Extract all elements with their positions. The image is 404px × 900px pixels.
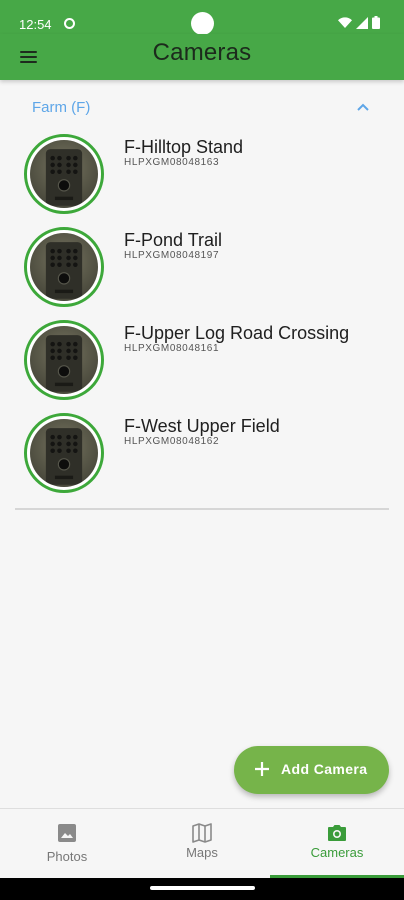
camera-avatar <box>24 413 104 493</box>
chevron-up-icon <box>357 103 369 111</box>
nav-label-photos: Photos <box>46 849 88 864</box>
page-title: Cameras <box>152 39 252 66</box>
trail-camera-thumbnail <box>30 326 98 394</box>
add-camera-button[interactable]: Add Camera <box>234 746 389 794</box>
camera-serial: HLPXGM08048163 <box>124 157 220 168</box>
app-bar: Cameras <box>0 34 404 80</box>
camera-name: F-Pond Trail <box>124 230 223 250</box>
camera-list-item[interactable]: F-Upper Log Road Crossing HLPXGM08048161 <box>0 316 404 409</box>
list-divider <box>15 508 389 510</box>
camera-name: F-Upper Log Road Crossing <box>124 323 350 343</box>
wifi-icon <box>338 16 352 28</box>
screen: 12:54 Cameras Farm (F) F-Hilltop Stand H… <box>0 0 404 900</box>
camera-cutout <box>191 12 214 35</box>
camera-list-item[interactable]: F-Pond Trail HLPXGM08048197 <box>0 223 404 316</box>
signal-icon <box>356 16 368 29</box>
camera-list-item[interactable]: F-Hilltop Stand HLPXGM08048163 <box>0 130 404 223</box>
app-notification-icon <box>64 18 75 29</box>
nav-label-maps: Maps <box>186 845 218 860</box>
camera-avatar <box>24 320 104 400</box>
camera-name: F-West Upper Field <box>124 416 280 436</box>
camera-list: F-Hilltop Stand HLPXGM08048163 F-Pond Tr… <box>0 130 404 502</box>
add-camera-label: Add Camera <box>281 761 368 777</box>
trail-camera-thumbnail <box>30 140 98 208</box>
nav-item-maps[interactable]: Maps <box>135 809 269 879</box>
status-icons <box>338 16 380 29</box>
bottom-nav: Photos Maps Cameras <box>0 808 404 878</box>
camera-list-item[interactable]: F-West Upper Field HLPXGM08048162 <box>0 409 404 502</box>
camera-avatar <box>24 134 104 214</box>
status-time: 12:54 <box>19 17 52 32</box>
home-gesture-handle[interactable] <box>150 886 255 890</box>
camera-serial: HLPXGM08048161 <box>124 343 220 354</box>
gesture-bar <box>0 878 404 900</box>
image-icon <box>58 824 76 842</box>
camera-name: F-Hilltop Stand <box>124 137 244 157</box>
nav-item-photos[interactable]: Photos <box>0 809 134 879</box>
trail-camera-icon <box>45 335 83 392</box>
camera-avatar <box>24 227 104 307</box>
nav-item-cameras[interactable]: Cameras <box>270 809 404 879</box>
trail-camera-icon <box>45 149 83 206</box>
plus-icon <box>255 762 269 776</box>
status-bar: 12:54 <box>0 0 404 35</box>
trail-camera-icon <box>45 428 83 485</box>
camera-serial: HLPXGM08048162 <box>124 436 220 447</box>
trail-camera-thumbnail <box>30 233 98 301</box>
camera-icon <box>328 825 346 841</box>
nav-label-cameras: Cameras <box>310 845 364 860</box>
group-header-farm[interactable]: Farm (F) <box>0 92 404 122</box>
battery-icon <box>372 16 380 29</box>
camera-serial: HLPXGM08048197 <box>124 250 220 261</box>
trail-camera-thumbnail <box>30 419 98 487</box>
trail-camera-icon <box>45 242 83 299</box>
group-title: Farm (F) <box>32 99 91 116</box>
map-icon <box>192 823 212 843</box>
